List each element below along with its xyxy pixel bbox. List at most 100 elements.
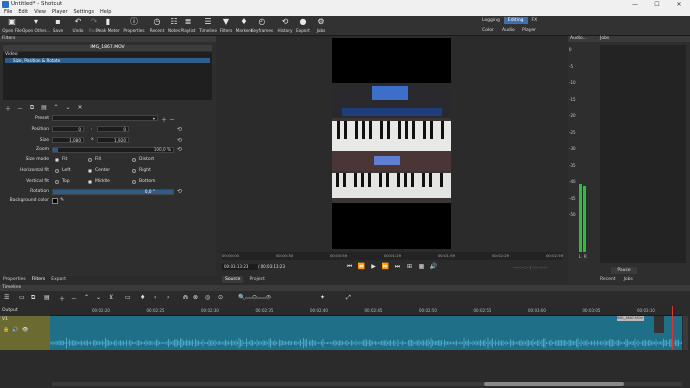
hfit-center-radio[interactable]: Center [88, 168, 110, 173]
filter-list[interactable]: Video Size, Position & Rotate [3, 52, 212, 100]
volume-button[interactable]: 🔊 [429, 263, 438, 271]
reset-icon[interactable]: ⟲ [177, 137, 182, 144]
skip-next-button[interactable]: ⏭ [393, 263, 402, 271]
copy-icon[interactable]: ⧉ [31, 294, 35, 302]
tab-export[interactable]: Export [51, 276, 66, 284]
marker-icon[interactable]: ♦ [140, 294, 145, 301]
layout-player[interactable]: Player [518, 27, 538, 34]
move-down-button[interactable]: ⌄ [64, 104, 72, 113]
scrub-icon[interactable]: ⊗ [193, 294, 198, 301]
hfit-left-radio[interactable]: Left [55, 168, 70, 173]
lift-icon[interactable]: ⌃ [84, 294, 89, 301]
tab-properties[interactable]: Properties [3, 276, 26, 284]
layout-color[interactable]: Color [478, 27, 498, 34]
paste-icon[interactable]: ▤ [44, 294, 50, 301]
cut-icon[interactable]: ▭ [19, 294, 25, 301]
fast-forward-button[interactable]: ⏩ [381, 263, 390, 271]
remove-filter-button[interactable]: － [16, 104, 24, 113]
menu-edit[interactable]: Edit [18, 9, 28, 16]
menu-icon[interactable]: ☰ [4, 294, 9, 301]
open-file-button[interactable]: ▣ Open File [0, 17, 24, 33]
play-button[interactable]: ▶ [369, 263, 378, 271]
rotation-slider[interactable]: 0,0 ° [52, 189, 174, 195]
skip-previous-button[interactable]: ⏮ [345, 263, 354, 271]
delete-preset-button[interactable]: － [169, 115, 175, 124]
remove-icon[interactable]: － [71, 294, 77, 303]
ripple-all-icon[interactable]: ◎ [205, 294, 210, 301]
tab-recent[interactable]: Recent [600, 276, 616, 283]
add-filter-button[interactable]: ＋ [4, 104, 12, 113]
scrollbar-thumb[interactable] [484, 382, 624, 386]
peak-meter-button[interactable]: ▮ Peak Meter [96, 17, 120, 33]
next-marker-icon[interactable]: › [167, 294, 169, 301]
timeline-horizontal-scrollbar[interactable] [52, 382, 682, 386]
menu-help[interactable]: Help [100, 9, 111, 16]
tab-filters[interactable]: Filters [32, 276, 46, 284]
jobs-list[interactable] [600, 45, 686, 263]
color-swatch[interactable] [52, 198, 58, 204]
size-mode-distort-radio[interactable]: Distort [132, 157, 154, 162]
record-icon[interactable]: ✦ [320, 294, 325, 301]
open-other-button[interactable]: ▾ Open Other... [22, 17, 50, 33]
save-preset-button[interactable]: ＋ [161, 115, 167, 124]
eyedropper-icon[interactable]: ✎ [60, 197, 64, 203]
layout-fx[interactable]: FX [528, 17, 542, 24]
maximize-button[interactable]: ☐ [646, 0, 668, 9]
reset-icon[interactable]: ⟲ [177, 126, 182, 133]
position-y-field[interactable]: 0 [97, 126, 129, 132]
toggle-zoom-button[interactable]: ⊞ [405, 263, 414, 271]
preset-select[interactable]: ▾ [52, 115, 158, 121]
menu-view[interactable]: View [34, 9, 46, 16]
size-height-field[interactable]: 1,920 [97, 137, 129, 143]
overwrite-icon[interactable]: ⌄ [96, 294, 101, 301]
properties-button[interactable]: ⓘ Properties [122, 17, 146, 33]
reset-icon[interactable]: ⟲ [177, 146, 182, 153]
vfit-top-radio[interactable]: Top [55, 179, 70, 184]
grid-button[interactable]: ▦ [417, 263, 426, 271]
ripple-markers-icon[interactable]: ⊙ [218, 294, 223, 301]
layout-editing[interactable]: Editing [503, 17, 528, 24]
rewind-button[interactable]: ⏪ [357, 263, 366, 271]
tab-project[interactable]: Project [246, 276, 267, 283]
tab-source[interactable]: Source [222, 276, 244, 283]
timeline-ruler[interactable]: 00:02:20 00:02:25 00:02:30 00:02:35 00:02:40… [50, 306, 682, 316]
hfit-right-radio[interactable]: Right [132, 168, 151, 173]
mute-icon[interactable]: 🔊 [12, 327, 18, 333]
reset-icon[interactable]: ⟲ [177, 188, 182, 195]
eye-icon[interactable]: 👁 [22, 327, 28, 333]
pause-jobs-button[interactable]: Pause [611, 267, 637, 274]
deselect-filter-button[interactable]: ✕ [76, 104, 84, 113]
paste-filter-button[interactable]: ▤ [40, 104, 48, 113]
layout-logging[interactable]: Logging [478, 17, 504, 24]
timeline-vertical-scrollbar[interactable] [683, 316, 688, 350]
fullscreen-icon[interactable]: ⤢ [346, 294, 351, 302]
ripple-icon[interactable]: ▭ [125, 294, 131, 301]
jobs-button[interactable]: ⚙ Jobs [309, 17, 333, 33]
snap-icon[interactable]: ⋒ [183, 294, 188, 301]
menu-settings[interactable]: Settings [74, 9, 95, 16]
prev-marker-icon[interactable]: ‹ [154, 294, 156, 301]
vfit-bottom-radio[interactable]: Bottom [132, 179, 156, 184]
timeline-zoom-slider[interactable] [245, 297, 270, 299]
player-ruler[interactable]: 00:00:00 00:00:30 00:00:59 00:01:29 00:01:59… [222, 252, 563, 260]
size-mode-fill-radio[interactable]: Fill [88, 157, 101, 162]
lock-icon[interactable]: 🔒 [3, 327, 9, 333]
position-x-field[interactable]: 0 [52, 126, 84, 132]
vfit-middle-radio[interactable]: Middle [88, 179, 110, 184]
minimize-button[interactable]: — [624, 0, 646, 9]
size-mode-fit-radio[interactable]: Fit [55, 157, 67, 162]
playhead[interactable] [672, 306, 673, 350]
filter-item-size-position-rotate[interactable]: Size, Position & Rotate [5, 58, 210, 63]
size-width-field[interactable]: 1,080 [52, 137, 84, 143]
layout-audio[interactable]: Audio [498, 27, 518, 34]
current-timecode[interactable]: 00:03:13:23 [222, 264, 258, 270]
keyframes-button[interactable]: ◴ Keyframes [250, 17, 274, 33]
split-icon[interactable]: ⊻ [109, 294, 113, 301]
menu-file[interactable]: File [4, 9, 12, 16]
copy-filter-button[interactable]: ⧉ [28, 104, 36, 113]
zoom-slider[interactable]: 100,0 % [52, 147, 174, 153]
menu-player[interactable]: Player [52, 9, 68, 16]
append-icon[interactable]: ＋ [59, 294, 65, 303]
tab-jobs[interactable]: Jobs [624, 276, 633, 283]
move-up-button[interactable]: ⌃ [52, 104, 60, 113]
